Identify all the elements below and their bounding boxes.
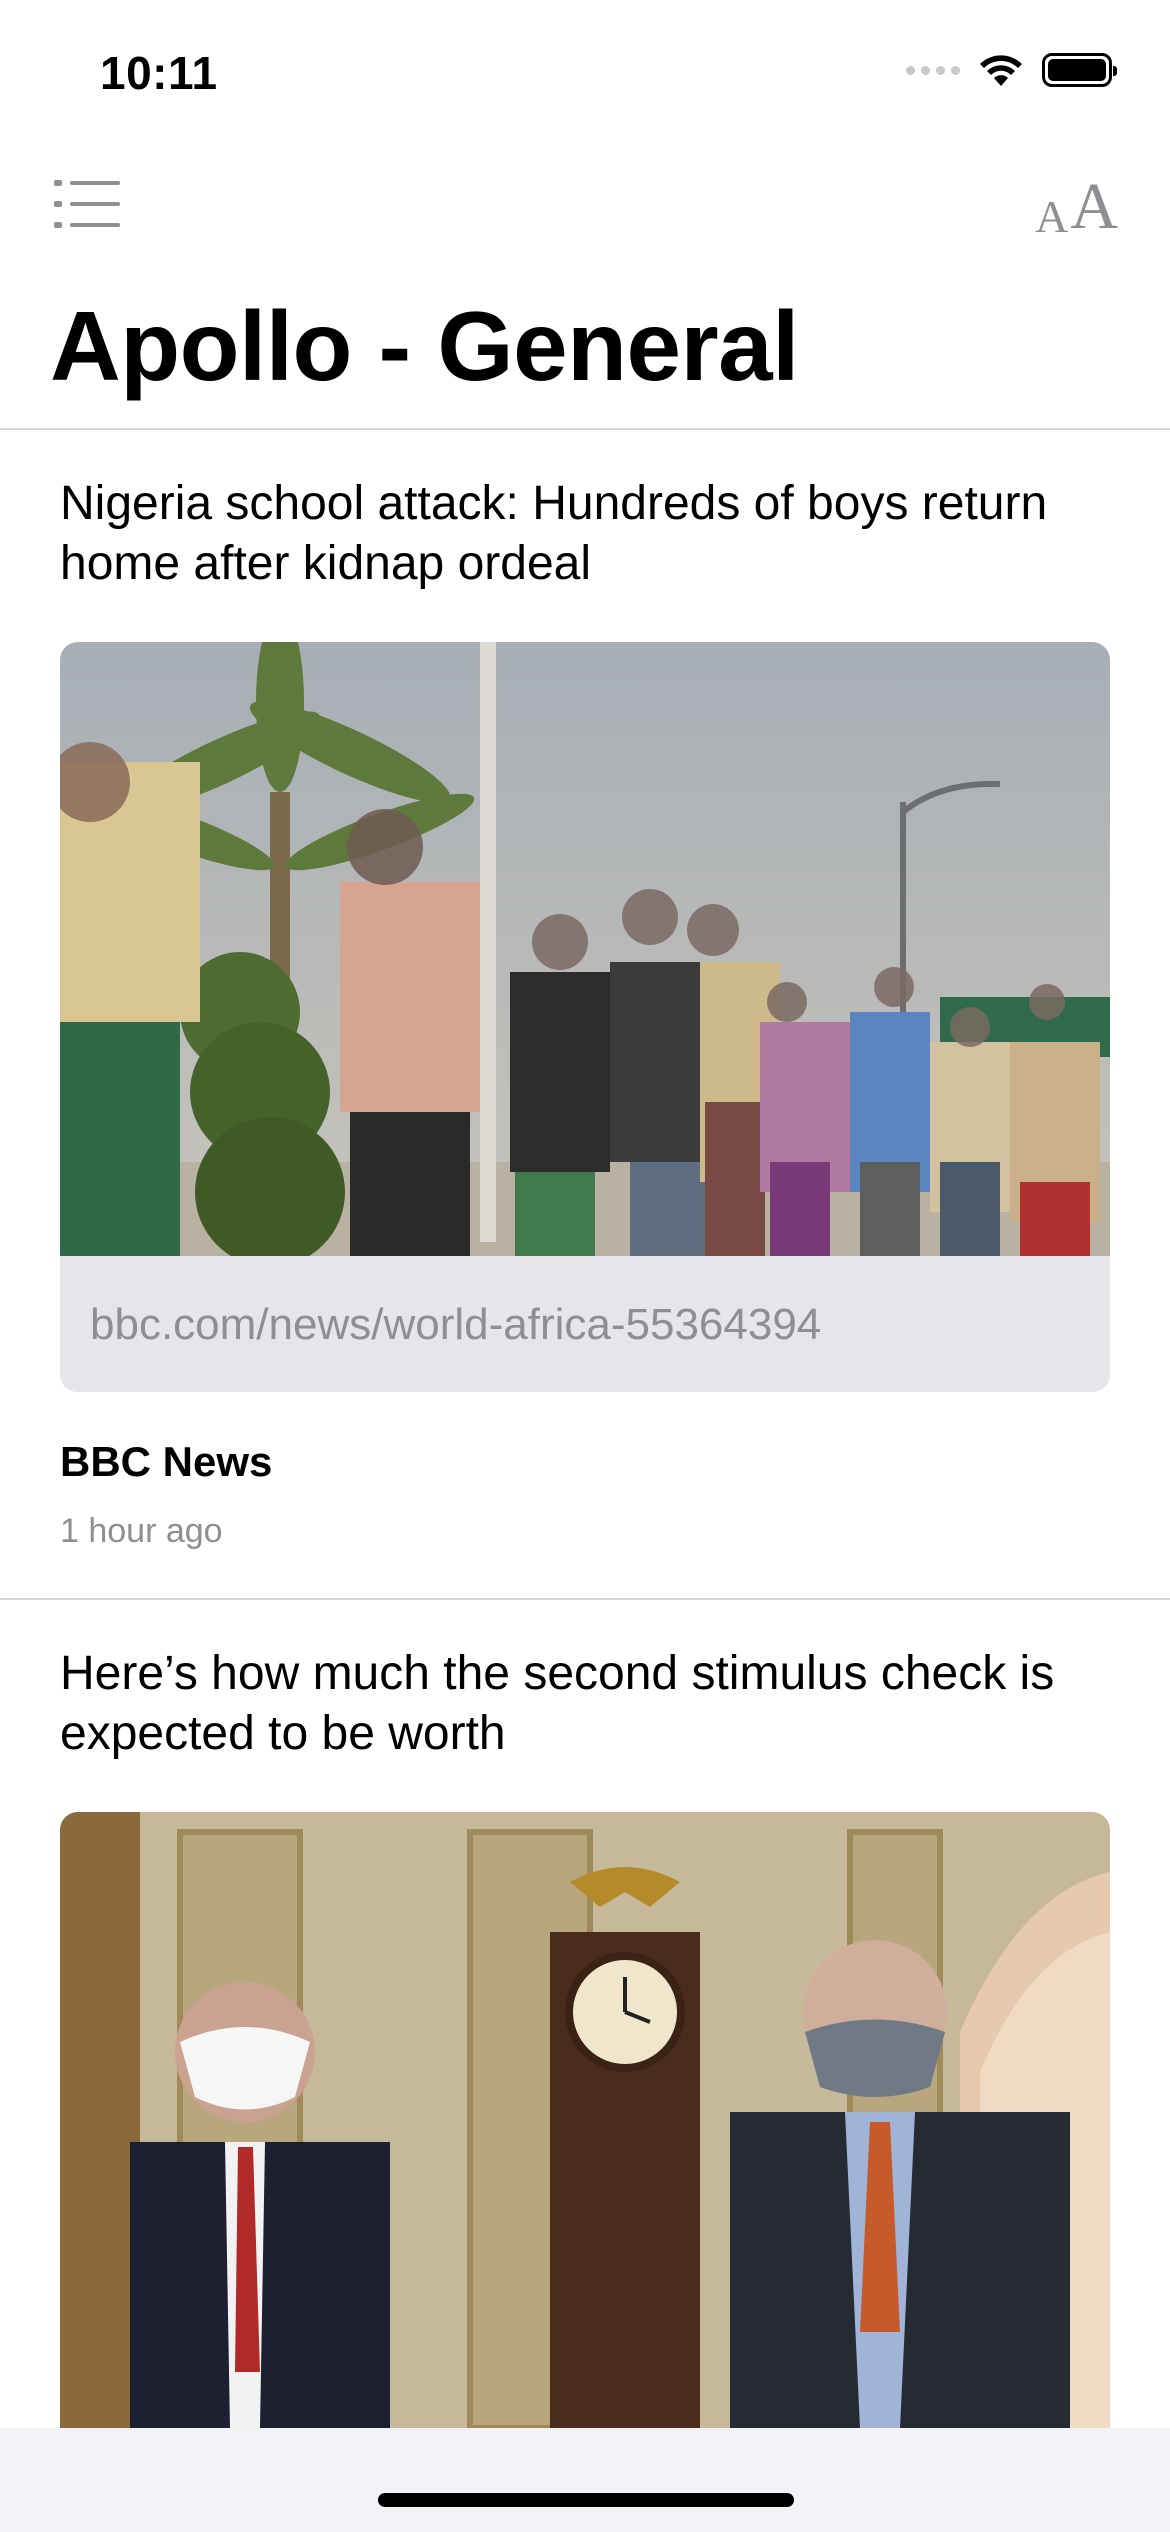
- article-headline[interactable]: Nigeria school attack: Hundreds of boys …: [60, 474, 1110, 594]
- article-photo: [60, 642, 1110, 1256]
- status-icons: [906, 52, 1117, 88]
- battery-icon: [1042, 53, 1117, 87]
- article-card[interactable]: Nigeria school attack: Hundreds of boys …: [0, 430, 1170, 1598]
- wifi-icon: [980, 55, 1022, 86]
- menu-list-icon[interactable]: [52, 176, 122, 232]
- signal-icon: [906, 65, 960, 75]
- article-time-ago: 1 hour ago: [60, 1512, 223, 1550]
- article-image-card[interactable]: [60, 1812, 1110, 2428]
- article-headline[interactable]: Here’s how much the second stimulus chec…: [60, 1644, 1110, 1764]
- font-size-button[interactable]: A A: [1035, 170, 1118, 240]
- status-time: 10:11: [100, 47, 218, 99]
- font-size-small-a: A: [1035, 191, 1069, 242]
- article-photo: [60, 1812, 1110, 2428]
- font-size-large-a: A: [1070, 170, 1118, 243]
- article-link[interactable]: bbc.com/news/world-africa-55364394: [90, 1300, 821, 1350]
- status-bar: 10:11: [0, 0, 1170, 150]
- article-image-card[interactable]: bbc.com/news/world-africa-55364394: [60, 642, 1110, 1392]
- home-indicator[interactable]: [378, 2493, 794, 2507]
- article-link-bar[interactable]: bbc.com/news/world-africa-55364394: [60, 1256, 1110, 1392]
- home-bar-area: [0, 2428, 1170, 2532]
- article-card[interactable]: Here’s how much the second stimulus chec…: [0, 1600, 1170, 2430]
- nav-bar: A A: [0, 170, 1170, 240]
- page-title: Apollo - General: [50, 291, 799, 401]
- article-source: BBC News: [60, 1438, 273, 1485]
